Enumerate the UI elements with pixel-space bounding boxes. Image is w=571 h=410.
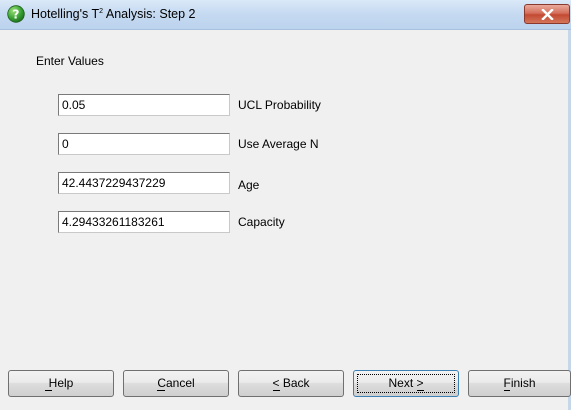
close-button[interactable] bbox=[524, 4, 570, 24]
title-bar[interactable]: ? Hotelling's T2 Analysis: Step 2 bbox=[0, 0, 571, 30]
close-icon bbox=[541, 9, 554, 20]
window-title: Hotelling's T2 Analysis: Step 2 bbox=[31, 7, 196, 21]
use-average-n-label: Use Average N bbox=[238, 137, 319, 151]
cancel-mnemonic-underline bbox=[157, 390, 165, 391]
age-label: Age bbox=[238, 178, 260, 192]
back-button-label: < Back bbox=[272, 376, 310, 390]
finish-button-label: Finish bbox=[503, 376, 536, 390]
help-button-label: Help bbox=[48, 376, 74, 390]
cancel-button[interactable]: Cancel bbox=[123, 370, 229, 397]
finish-button[interactable]: Finish bbox=[468, 370, 571, 397]
capacity-label: Capacity bbox=[238, 215, 285, 229]
help-question-icon: ? bbox=[7, 5, 25, 23]
ucl-probability-input[interactable] bbox=[58, 94, 230, 116]
cancel-button-label: Cancel bbox=[157, 376, 195, 390]
enter-values-label: Enter Values bbox=[36, 54, 104, 68]
dialog-window: ? Hotelling's T2 Analysis: Step 2 Enter … bbox=[0, 0, 571, 410]
back-mnemonic-underline bbox=[273, 390, 280, 391]
back-button[interactable]: < Back bbox=[238, 370, 344, 397]
help-button[interactable]: Help bbox=[8, 370, 114, 397]
next-button-label: Next > bbox=[388, 376, 424, 390]
finish-mnemonic-underline bbox=[504, 390, 510, 391]
capacity-input[interactable] bbox=[58, 211, 230, 233]
use-average-n-input[interactable] bbox=[58, 133, 230, 155]
next-mnemonic-underline bbox=[417, 390, 424, 391]
next-button[interactable]: Next > bbox=[353, 370, 459, 397]
svg-text:?: ? bbox=[13, 8, 20, 22]
ucl-probability-label: UCL Probability bbox=[238, 98, 321, 112]
age-input[interactable] bbox=[58, 172, 230, 194]
help-mnemonic-underline bbox=[45, 390, 52, 391]
